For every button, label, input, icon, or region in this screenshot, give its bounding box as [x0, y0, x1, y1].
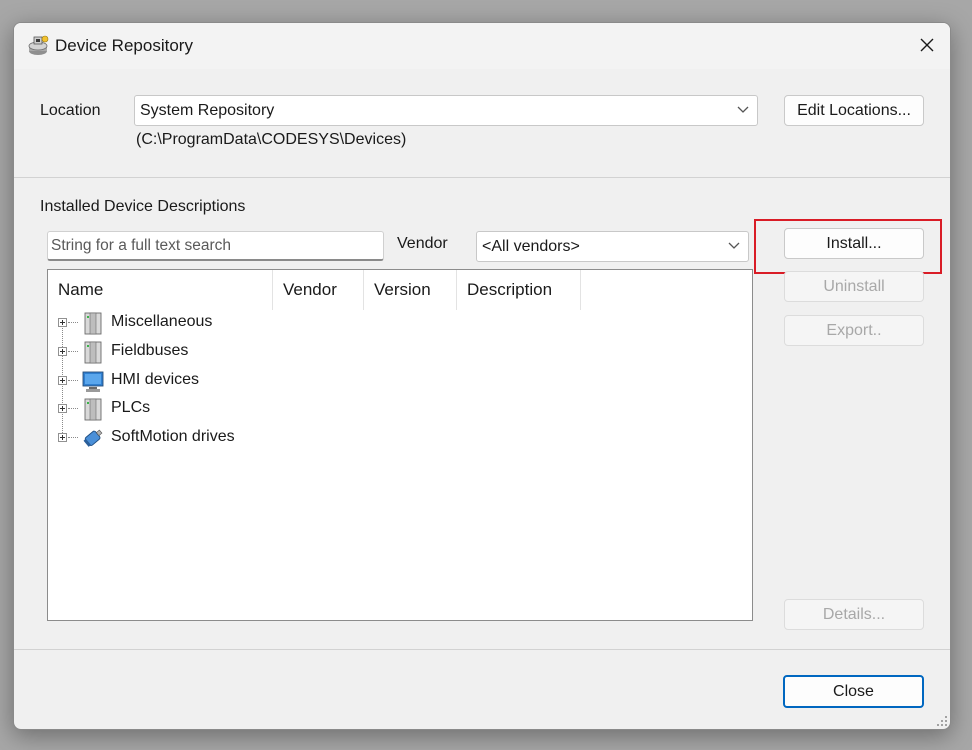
chevron-down-icon	[737, 106, 749, 113]
uninstall-button[interactable]: Uninstall	[784, 271, 924, 302]
installed-section-label: Installed Device Descriptions	[40, 198, 246, 215]
tree-item-fieldbuses[interactable]: Fieldbuses	[48, 339, 752, 367]
column-header-description[interactable]: Description	[457, 270, 581, 310]
location-path: (C:\ProgramData\CODESYS\Devices)	[136, 131, 407, 148]
close-icon[interactable]	[904, 23, 950, 67]
tree-item-miscellaneous[interactable]: Miscellaneous	[48, 310, 752, 338]
location-label: Location	[40, 102, 101, 119]
close-button[interactable]: Close	[783, 675, 924, 708]
expand-icon[interactable]	[58, 347, 67, 356]
monitor-icon	[82, 371, 104, 392]
device-tree-list[interactable]: Name Vendor Version Description Miscella…	[47, 269, 753, 621]
tree-item-hmi-devices[interactable]: HMI devices	[48, 368, 752, 396]
expand-icon[interactable]	[58, 433, 67, 442]
install-highlight-box	[754, 219, 942, 274]
tree-connector-h	[68, 322, 78, 323]
tree-item-label: HMI devices	[111, 371, 200, 388]
list-header: Name Vendor Version Description	[48, 270, 752, 310]
column-header-name[interactable]: Name	[48, 270, 273, 310]
expand-icon[interactable]	[58, 376, 67, 385]
export-button[interactable]: Export..	[784, 315, 924, 346]
tree-connector-h	[68, 380, 78, 381]
expand-icon[interactable]	[58, 404, 67, 413]
device-module-icon	[84, 312, 102, 335]
chevron-down-icon	[728, 242, 740, 249]
tree-item-label: PLCs	[111, 399, 151, 416]
location-selected: System Repository	[140, 101, 275, 119]
vendor-label: Vendor	[397, 235, 448, 252]
tree-connector-h	[68, 437, 78, 438]
column-header-vendor[interactable]: Vendor	[273, 270, 364, 310]
details-button[interactable]: Details...	[784, 599, 924, 630]
search-input[interactable]	[47, 231, 384, 261]
tree-item-label: SoftMotion drives	[111, 428, 235, 445]
tree-connector-h	[68, 351, 78, 352]
tree-item-label: Fieldbuses	[111, 342, 189, 359]
edit-locations-button[interactable]: Edit Locations...	[784, 95, 924, 126]
tree-item-softmotion-drives[interactable]: SoftMotion drives	[48, 425, 752, 453]
device-repository-icon	[28, 35, 49, 55]
vendor-selected: <All vendors>	[482, 237, 580, 255]
section-divider	[14, 177, 950, 178]
device-module-icon	[84, 341, 102, 364]
title-bar: Device Repository	[14, 23, 950, 69]
column-header-version[interactable]: Version	[364, 270, 457, 310]
vendor-dropdown[interactable]: <All vendors>	[476, 231, 749, 262]
window-title: Device Repository	[55, 36, 193, 55]
device-module-icon	[84, 398, 102, 421]
location-dropdown[interactable]: System Repository	[134, 95, 758, 126]
resize-grip-icon[interactable]	[936, 715, 948, 727]
tree-connector-h	[68, 408, 78, 409]
motor-drive-icon	[83, 429, 103, 447]
expand-icon[interactable]	[58, 318, 67, 327]
device-repository-dialog: Device Repository Location System Reposi…	[13, 22, 951, 730]
tree-item-plcs[interactable]: PLCs	[48, 396, 752, 424]
tree-item-label: Miscellaneous	[111, 313, 213, 330]
footer-divider	[14, 649, 950, 650]
